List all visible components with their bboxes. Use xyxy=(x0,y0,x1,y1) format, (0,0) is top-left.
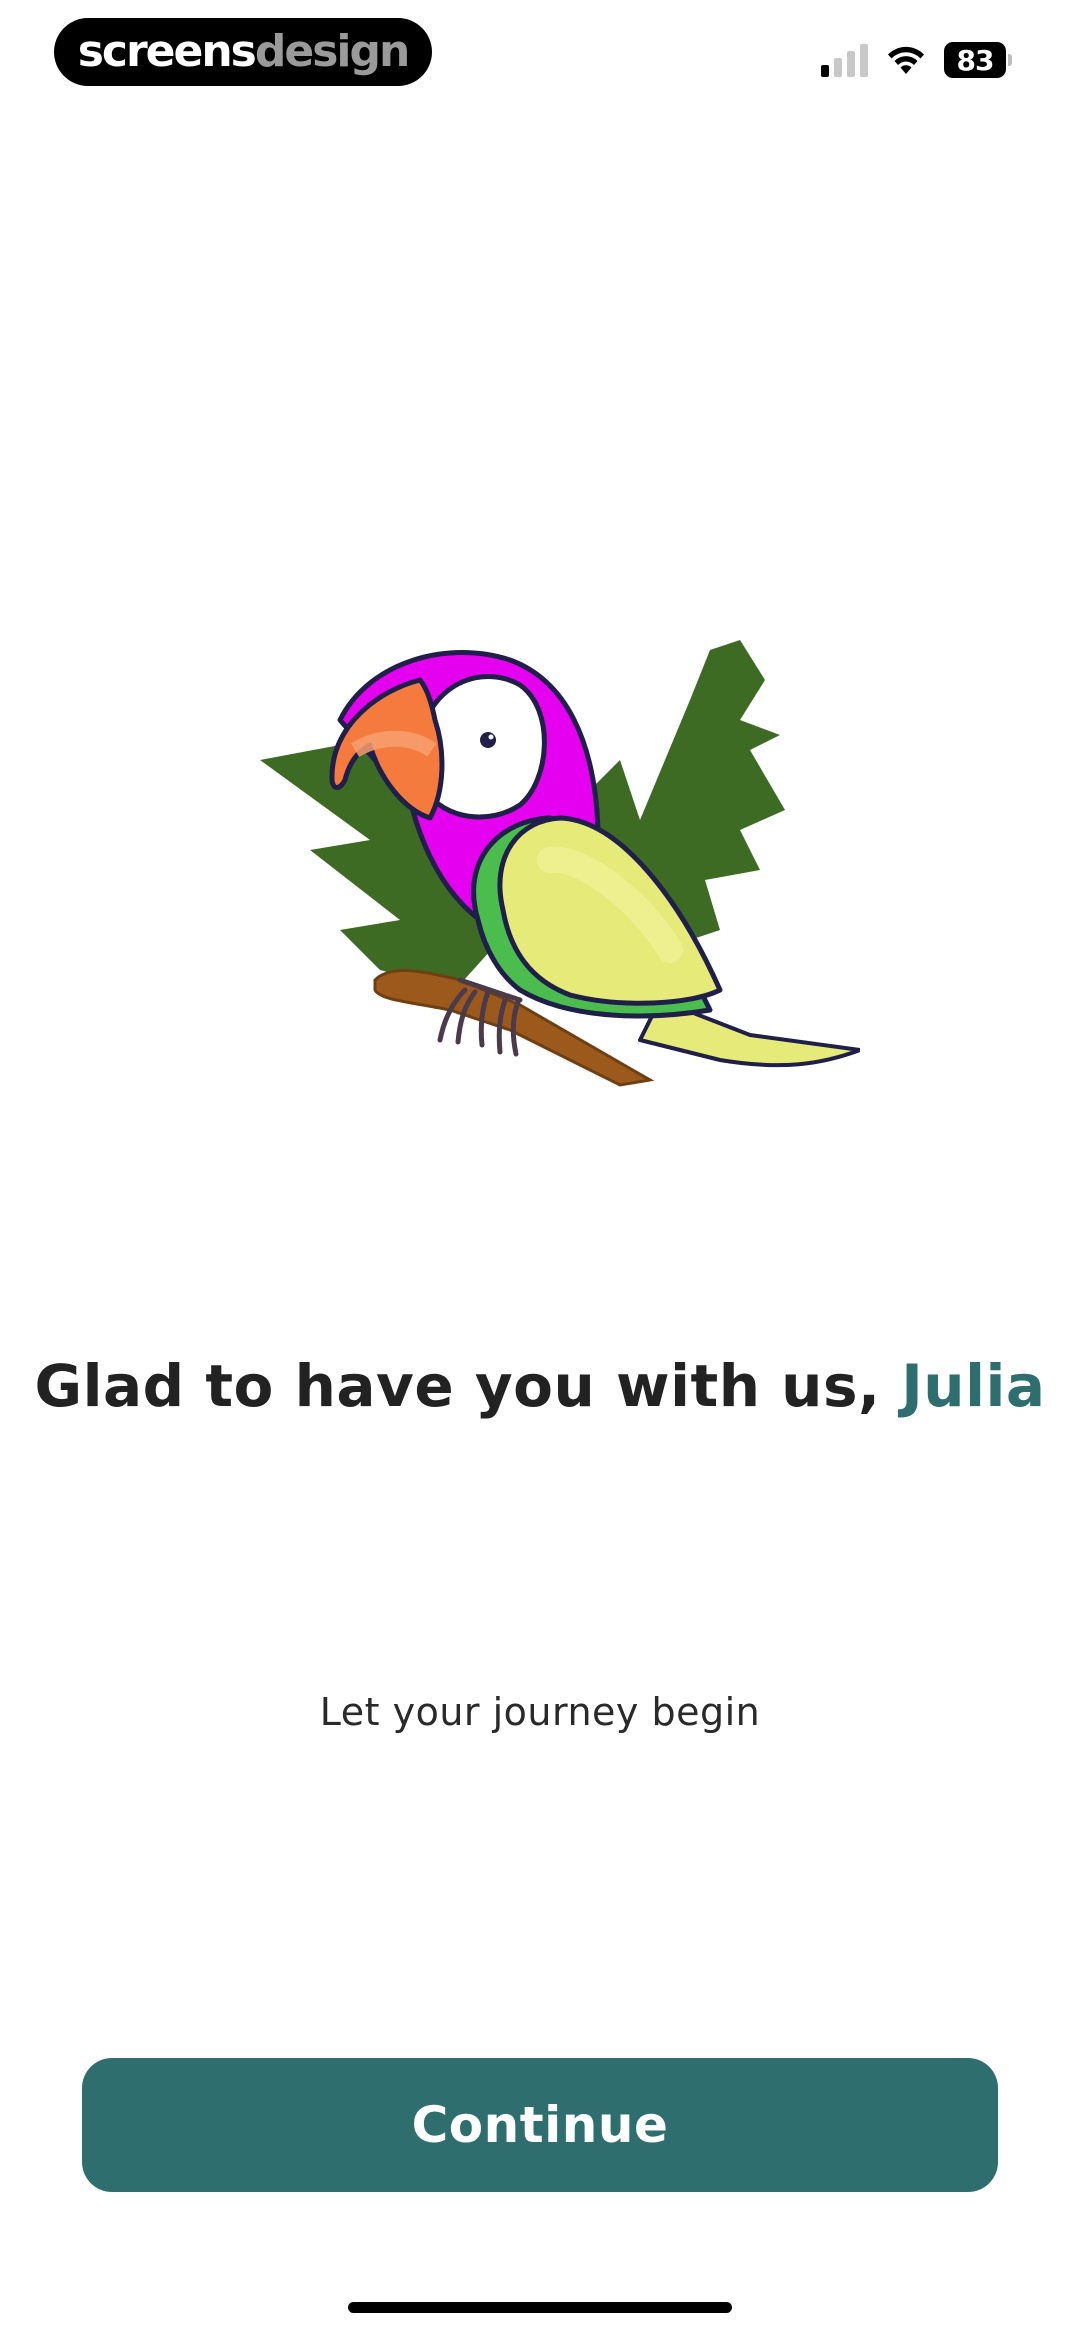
greeting-prefix: Glad to have you with us, xyxy=(34,1352,902,1420)
greeting-title: Glad to have you with us, Julia xyxy=(0,1352,1080,1420)
continue-button[interactable]: Continue xyxy=(82,2058,998,2192)
watermark-part-1: screens xyxy=(77,26,257,77)
status-bar: 83 xyxy=(821,40,1012,80)
battery-level: 83 xyxy=(944,42,1006,78)
subtitle: Let your journey begin xyxy=(319,1690,761,1734)
user-name: Julia xyxy=(901,1352,1046,1420)
parrot-illustration xyxy=(260,640,860,1087)
wifi-icon xyxy=(886,44,926,76)
cellular-signal-icon xyxy=(821,43,868,77)
screensdesign-watermark: screens design xyxy=(54,18,432,86)
battery-icon: 83 xyxy=(944,42,1012,78)
eye xyxy=(480,732,496,748)
home-indicator[interactable] xyxy=(348,2302,732,2313)
welcome-screen: screens design 83 Glad to have you with … xyxy=(0,0,1080,2336)
watermark-part-2: design xyxy=(254,26,410,77)
